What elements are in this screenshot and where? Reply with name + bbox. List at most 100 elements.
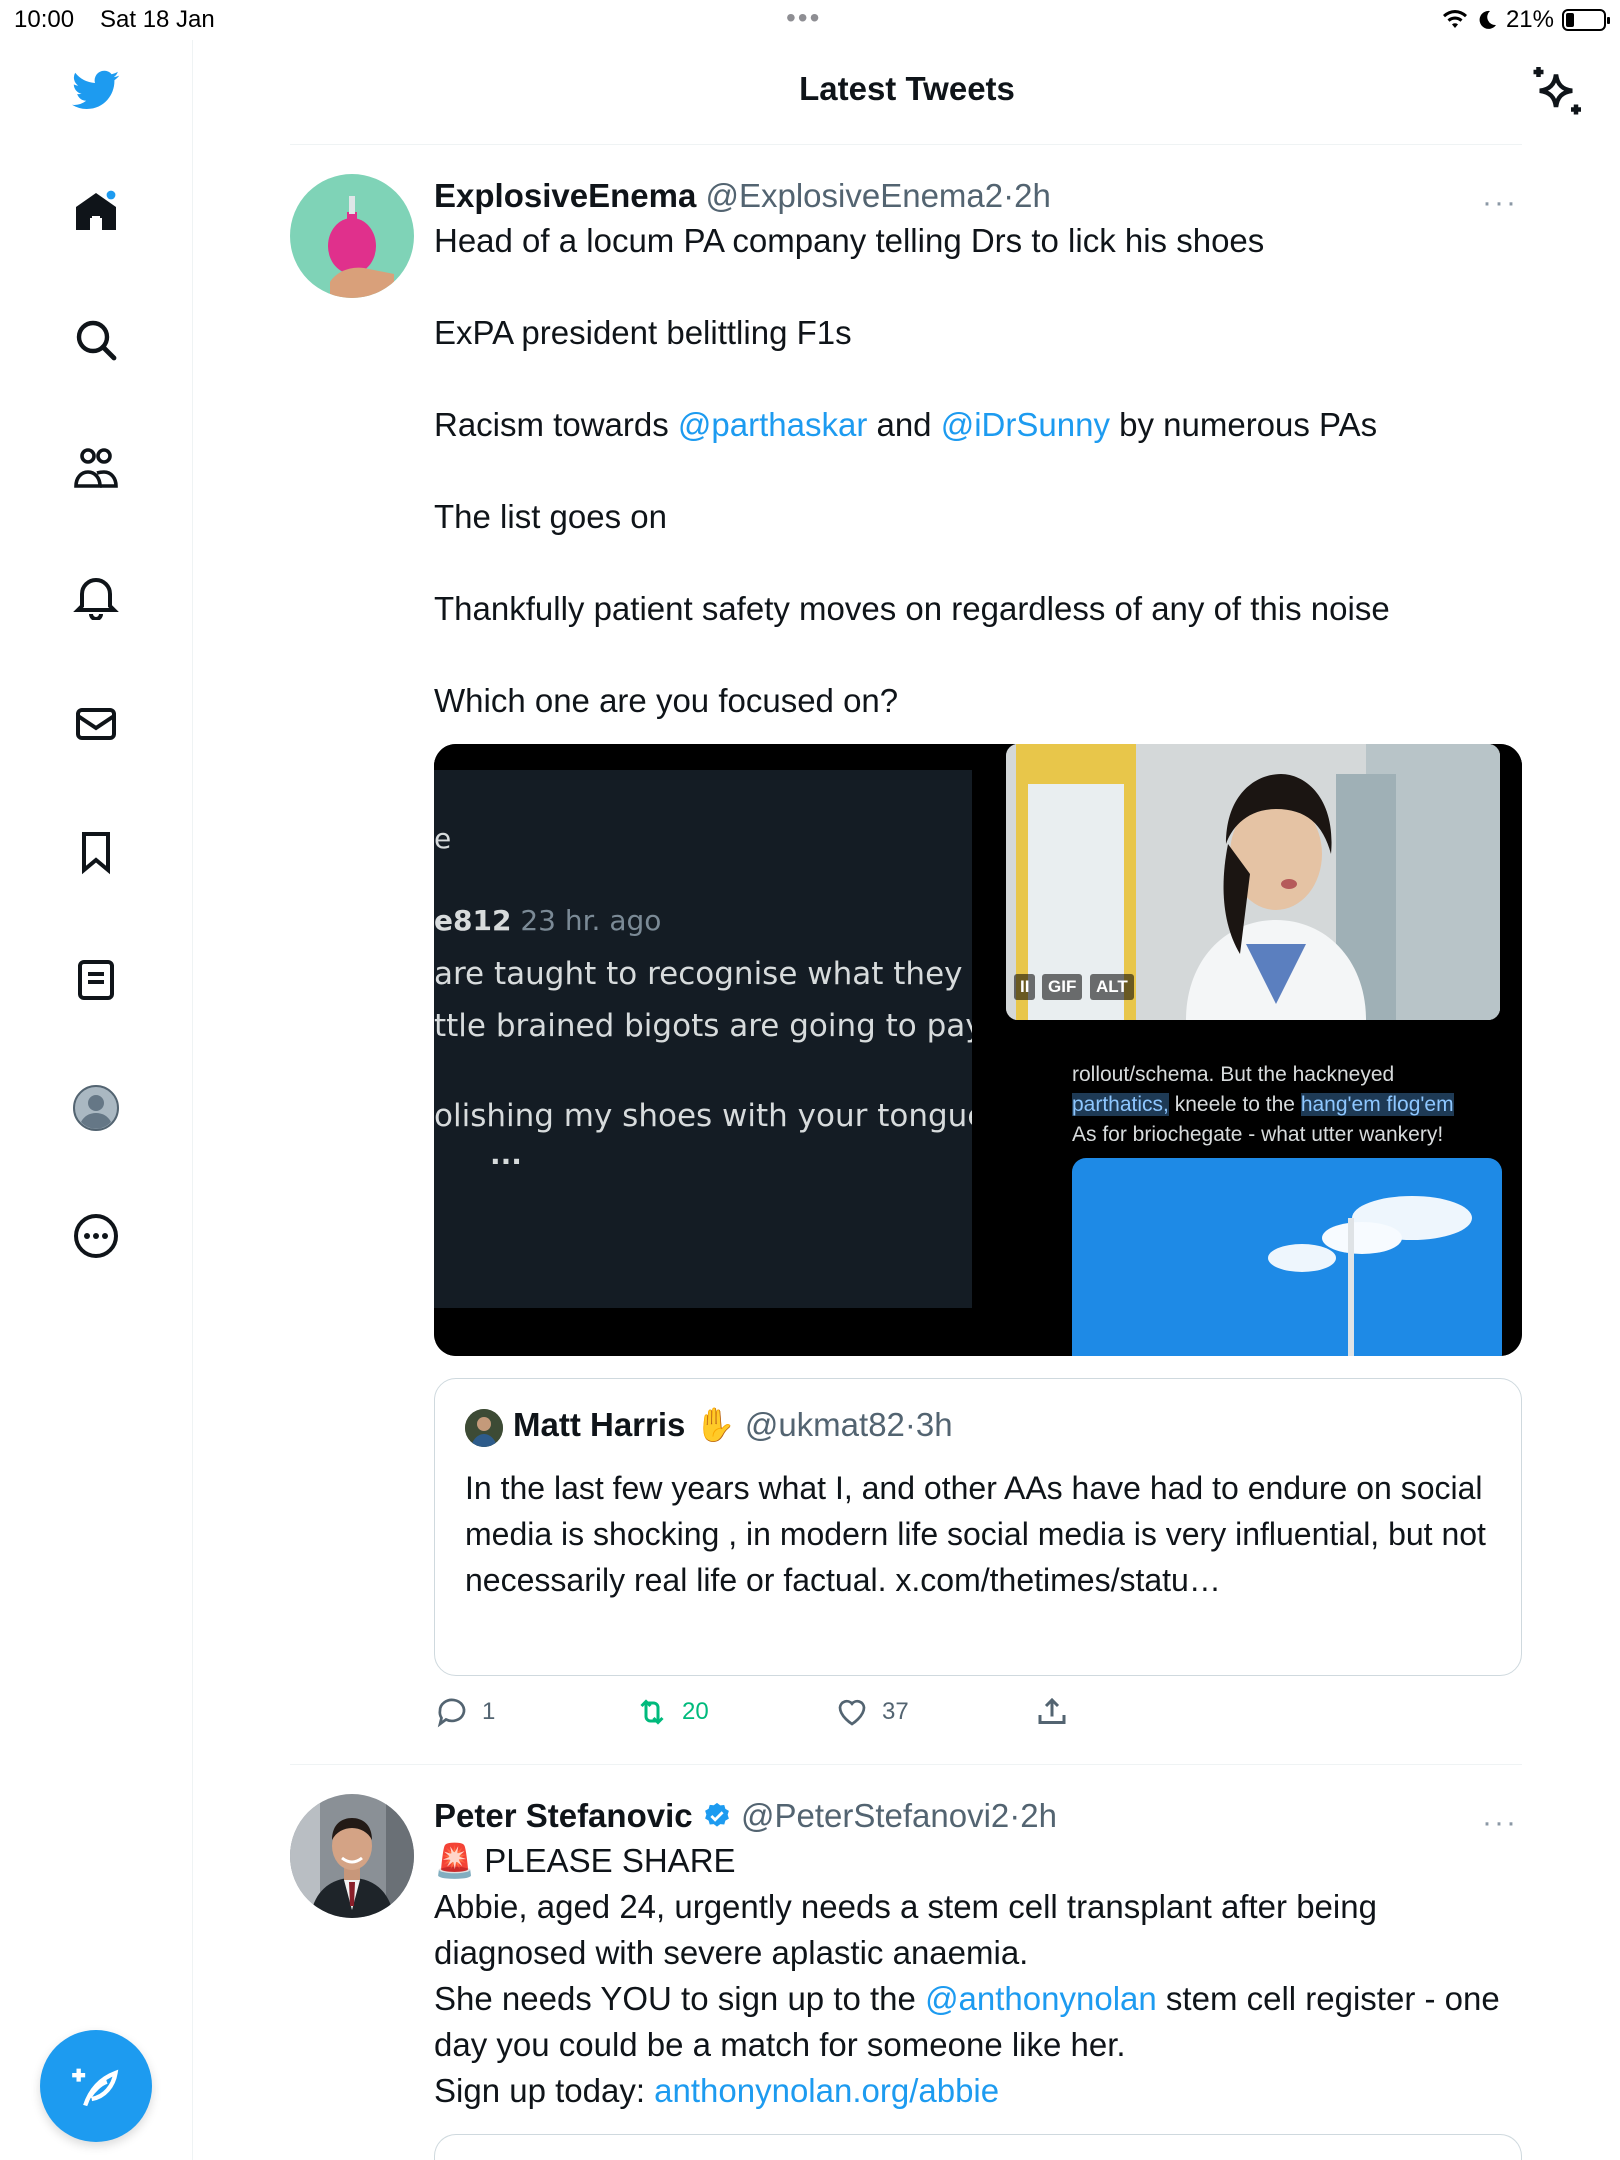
sparkle-timeline-icon[interactable] — [1526, 62, 1586, 122]
more-options-button[interactable]: ··· — [1482, 186, 1518, 220]
verified-badge-icon — [704, 1802, 729, 1827]
compose-feather-icon — [72, 2068, 119, 2107]
tweet-header: Peter Stefanovic @PeterStefanovi2·2h — [434, 1794, 1522, 1838]
more-options-button[interactable]: ··· — [1482, 1806, 1518, 1840]
bookmarks-icon[interactable] — [64, 820, 128, 884]
tweet-paragraph: Thankfully patient safety moves on regar… — [434, 590, 1390, 627]
retweet-button[interactable]: 20 — [634, 1694, 709, 1730]
comment-line: As for briochegate - what utter wankery! — [1072, 1123, 1444, 1146]
media-gif[interactable]: II GIF ALT — [980, 744, 1522, 1046]
lists-icon[interactable] — [64, 948, 128, 1012]
text-span: and — [867, 406, 941, 443]
mention-link[interactable]: @anthonynolan — [925, 1980, 1157, 2017]
mention-link[interactable]: @iDrSunny — [941, 406, 1110, 443]
tweet[interactable]: ExplosiveEnema @ExplosiveEnema2·2h ··· H… — [290, 174, 1522, 1728]
screenshot-text: e812 23 hr. ago — [434, 904, 661, 937]
author-name[interactable]: Peter Stefanovic — [434, 1797, 693, 1834]
quote-author-name[interactable]: Matt Harris — [513, 1406, 685, 1443]
screenshot-text: ttle brained bigots are going to pay. — [434, 1008, 972, 1044]
retweet-icon — [640, 1699, 664, 1725]
screenshot-text: ... — [490, 1138, 522, 1171]
pause-icon[interactable]: II — [1014, 974, 1036, 1000]
reply-icon — [437, 1698, 466, 1728]
like-count: 37 — [882, 1698, 909, 1725]
raised-hand-emoji: ✋ — [694, 1406, 736, 1443]
text-span: Sign up today: — [434, 2072, 655, 2109]
notifications-bell-icon[interactable] — [64, 564, 128, 628]
battery-level — [1566, 13, 1574, 27]
status-right: 21% — [1442, 6, 1610, 34]
tweet-line: She needs YOU to sign up to the @anthony… — [434, 1976, 1522, 2068]
quote-avatar[interactable] — [465, 1409, 503, 1447]
avatar[interactable] — [290, 174, 414, 298]
comment-text: rollout/schema. But the hackneyed partha… — [1072, 1060, 1512, 1150]
comment-text-span: kneele to the — [1168, 1093, 1301, 1116]
screenshot-text: are taught to recognise what they do — [434, 956, 972, 992]
communities-icon[interactable] — [64, 436, 128, 500]
tweet-time[interactable]: 2h — [1020, 1797, 1057, 1834]
share-icon — [1038, 1697, 1066, 1724]
quote-header: Matt Harris ✋ @ukmat82·3h — [513, 1403, 953, 1447]
reply-button[interactable]: 1 — [434, 1694, 495, 1730]
link-card-preview[interactable] — [434, 2134, 1522, 2160]
highlight-text: hang'em flog'em — [1300, 1093, 1454, 1116]
tweet-actions: 1 20 37 — [434, 1694, 1522, 1734]
messages-envelope-icon[interactable] — [64, 692, 128, 756]
highlight-text: parthatics, — [1072, 1093, 1169, 1116]
author-handle[interactable]: @PeterStefanovi2 — [741, 1797, 1009, 1834]
author-name[interactable]: ExplosiveEnema — [434, 177, 696, 214]
text-span: Racism towards — [434, 406, 678, 443]
timeline-header: Latest Tweets — [194, 40, 1620, 144]
more-options-icon[interactable] — [64, 1204, 128, 1268]
quote-time[interactable]: 3h — [916, 1406, 953, 1443]
profile-avatar-icon[interactable] — [64, 1076, 128, 1140]
sidebar — [0, 40, 193, 2160]
text-span: PLEASE SHARE — [484, 1842, 736, 1879]
author-handle[interactable]: @ExplosiveEnema2 — [705, 177, 1003, 214]
share-button[interactable] — [1034, 1694, 1070, 1730]
reply-count: 1 — [482, 1698, 496, 1725]
text-span: by numerous PAs — [1109, 406, 1378, 443]
like-button[interactable]: 37 — [834, 1694, 909, 1730]
media-image-comment[interactable]: rollout/schema. But the hackneyed partha… — [980, 1054, 1522, 1356]
status-bar: 10:00 Sat 18 Jan ••• 21% — [0, 0, 1620, 40]
gif-badge: GIF — [1042, 974, 1083, 1000]
page-title: Latest Tweets — [799, 70, 1015, 107]
mention-link[interactable]: @parthaskar — [678, 406, 867, 443]
tweet-header: ExplosiveEnema @ExplosiveEnema2·2h — [434, 174, 1522, 218]
heart-icon — [838, 1699, 866, 1726]
moon-icon — [1479, 10, 1496, 29]
tweet-paragraph: ExPA president belittling F1s — [434, 314, 852, 351]
media-grid: e e812 23 hr. ago are taught to recognis… — [434, 744, 1522, 1356]
tweet-line: Abbie, aged 24, urgently needs a stem ce… — [434, 1888, 1377, 1971]
screenshot-user: e812 — [434, 904, 512, 937]
separator: · — [1009, 1797, 1021, 1834]
twitter-logo-icon[interactable] — [64, 58, 128, 122]
explore-search-icon[interactable] — [64, 308, 128, 372]
media-image-screenshot[interactable]: e e812 23 hr. ago are taught to recognis… — [434, 744, 972, 1356]
multitasking-dots-icon[interactable]: ••• — [786, 2, 821, 34]
url-link[interactable]: anthonynolan.org/abbie — [654, 2072, 999, 2109]
tweet-text: 🚨 PLEASE SHARE Abbie, aged 24, urgently … — [434, 1838, 1522, 2114]
quote-tweet-card[interactable]: Matt Harris ✋ @ukmat82·3h In the last fe… — [434, 1378, 1522, 1676]
tweet-content: Peter Stefanovic @PeterStefanovi2·2h ···… — [434, 1794, 1522, 2114]
battery-icon — [1562, 9, 1610, 31]
screenshot-text: e — [434, 822, 452, 855]
home-icon[interactable] — [64, 180, 128, 244]
quote-text: In the last few years what I, and other … — [465, 1470, 1486, 1598]
avatar[interactable] — [290, 1794, 414, 1918]
alt-badge[interactable]: ALT — [1090, 974, 1134, 1000]
tweet-time[interactable]: 2h — [1014, 177, 1051, 214]
screenshot-content: e e812 23 hr. ago are taught to recognis… — [434, 770, 972, 1308]
retweet-count: 20 — [682, 1698, 709, 1725]
tweet-text: Head of a locum PA company telling Drs t… — [434, 218, 1522, 724]
tweet-line: Sign up today: anthonynolan.org/abbie — [434, 2068, 1522, 2114]
tweet[interactable]: Peter Stefanovic @PeterStefanovi2·2h ···… — [290, 1794, 1522, 2160]
header-divider — [290, 144, 1522, 145]
quote-author-handle[interactable]: @ukmat82 — [745, 1406, 905, 1443]
screenshot-time: 23 hr. ago — [511, 904, 662, 937]
tweet-paragraph: The list goes on — [434, 498, 667, 535]
tweet-divider — [290, 1764, 1522, 1765]
tweet-line: 🚨 PLEASE SHARE — [434, 1838, 1522, 1884]
compose-tweet-button[interactable] — [40, 2030, 152, 2142]
